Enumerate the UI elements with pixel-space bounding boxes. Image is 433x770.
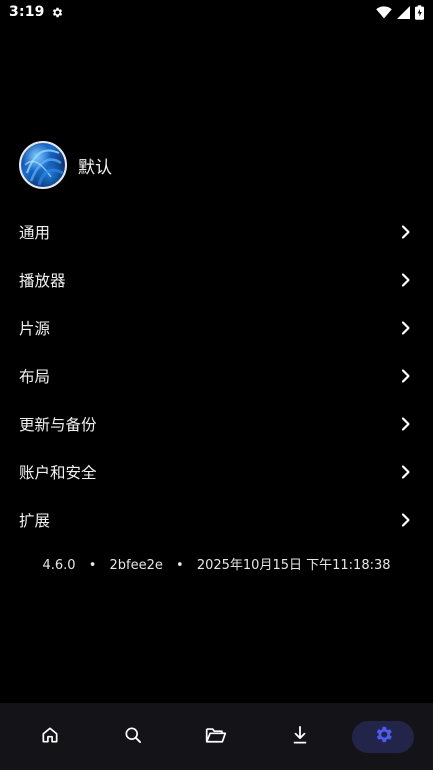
status-bar: 3:19	[0, 0, 433, 24]
menu-item-player[interactable]: 播放器	[0, 256, 433, 304]
menu-item-sources[interactable]: 片源	[0, 304, 433, 352]
nav-library-button[interactable]	[185, 721, 247, 753]
status-left: 3:19	[9, 4, 64, 20]
menu-item-label: 通用	[19, 224, 51, 242]
signal-icon	[397, 5, 410, 19]
status-right	[376, 4, 424, 20]
menu-item-label: 片源	[19, 320, 51, 338]
nav-settings-button[interactable]	[352, 720, 415, 753]
chevron-right-icon	[401, 513, 411, 527]
menu-item-extensions[interactable]: 扩展	[0, 496, 433, 544]
avatar[interactable]	[19, 141, 67, 189]
menu-item-label: 布局	[19, 368, 51, 386]
profile-name: 默认	[78, 157, 112, 178]
chevron-right-icon	[401, 369, 411, 383]
chevron-right-icon	[401, 465, 411, 479]
battery-icon	[415, 4, 424, 20]
settings-icon	[51, 6, 64, 19]
search-icon	[123, 725, 143, 749]
menu-item-label: 更新与备份	[19, 416, 97, 434]
settings-icon	[373, 724, 394, 749]
chevron-right-icon	[401, 417, 411, 431]
bottom-nav	[0, 703, 433, 770]
folder-icon	[205, 725, 227, 749]
chevron-right-icon	[401, 321, 411, 335]
menu-item-update-backup[interactable]: 更新与备份	[0, 400, 433, 448]
settings-menu: 通用 播放器 片源 布局 更新与备份 账户和安全 扩展	[0, 208, 433, 544]
menu-item-label: 账户和安全	[19, 464, 97, 482]
profile-header[interactable]: 默认	[19, 141, 112, 189]
nav-search-button[interactable]	[102, 721, 164, 753]
menu-item-account-security[interactable]: 账户和安全	[0, 448, 433, 496]
nav-downloads-button[interactable]	[269, 721, 331, 753]
chevron-right-icon	[401, 273, 411, 287]
home-icon	[40, 725, 60, 749]
wifi-icon	[376, 5, 392, 19]
version-number: 4.6.0	[42, 558, 76, 573]
version-info: 4.6.0 • 2bfee2e • 2025年10月15日 下午11:18:38	[0, 554, 433, 573]
menu-item-label: 播放器	[19, 272, 66, 290]
build-date: 2025年10月15日 下午11:18:38	[196, 558, 391, 573]
status-time: 3:19	[9, 4, 45, 20]
download-icon	[291, 725, 309, 749]
menu-item-general[interactable]: 通用	[0, 208, 433, 256]
chevron-right-icon	[401, 225, 411, 239]
menu-item-label: 扩展	[19, 512, 51, 530]
commit-hash: 2bfee2e	[109, 558, 163, 573]
separator-dot: •	[88, 558, 97, 573]
nav-home-button[interactable]	[19, 721, 81, 753]
menu-item-layout[interactable]: 布局	[0, 352, 433, 400]
separator-dot: •	[176, 558, 184, 573]
